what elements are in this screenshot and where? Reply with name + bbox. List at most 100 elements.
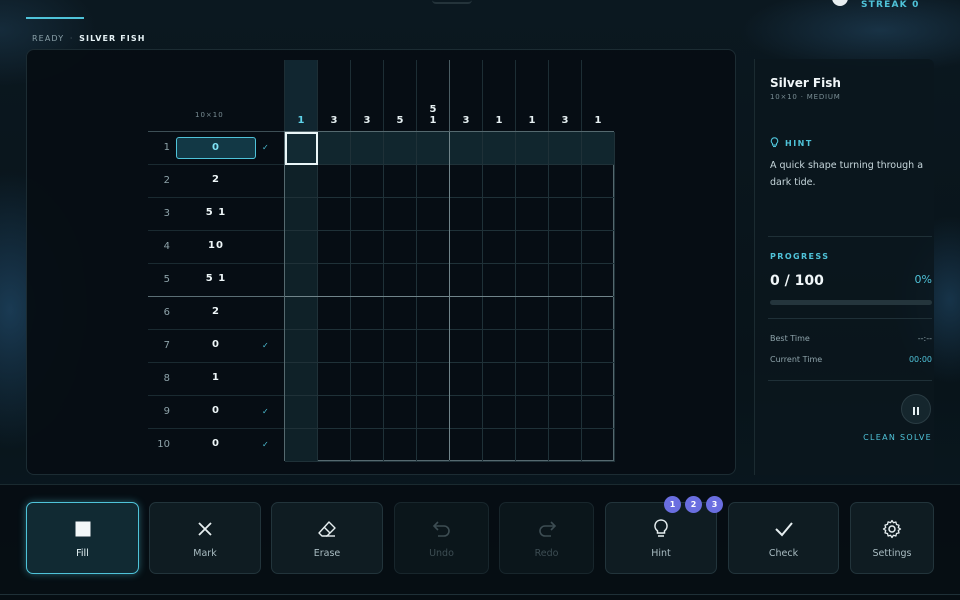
- grid-cell[interactable]: [285, 363, 318, 396]
- grid-cell[interactable]: [549, 132, 582, 165]
- grid-cell[interactable]: [450, 429, 483, 462]
- grid-cell[interactable]: [384, 330, 417, 363]
- grid-cell[interactable]: [516, 363, 549, 396]
- grid-cell[interactable]: [582, 396, 615, 429]
- grid-cell[interactable]: [351, 165, 384, 198]
- grid-cell[interactable]: [582, 198, 615, 231]
- puzzle-grid[interactable]: [284, 131, 615, 462]
- grid-cell[interactable]: [582, 165, 615, 198]
- grid-cell[interactable]: [483, 429, 516, 462]
- grid-cell[interactable]: [351, 429, 384, 462]
- grid-cell[interactable]: [483, 231, 516, 264]
- grid-cell[interactable]: [450, 297, 483, 330]
- grid-cell[interactable]: [318, 165, 351, 198]
- grid-cell[interactable]: [516, 429, 549, 462]
- grid-cell[interactable]: [549, 363, 582, 396]
- grid-cell[interactable]: [417, 363, 450, 396]
- grid-cell[interactable]: [318, 396, 351, 429]
- grid-cell[interactable]: [351, 297, 384, 330]
- grid-cell[interactable]: [384, 264, 417, 297]
- grid-cell[interactable]: [417, 231, 450, 264]
- grid-cell[interactable]: [318, 198, 351, 231]
- grid-cell[interactable]: [384, 198, 417, 231]
- avatar[interactable]: [832, 0, 848, 6]
- grid-cell[interactable]: [417, 396, 450, 429]
- grid-cell[interactable]: [549, 198, 582, 231]
- grid-cell[interactable]: [516, 396, 549, 429]
- grid-cell[interactable]: [450, 396, 483, 429]
- grid-cell[interactable]: [450, 132, 483, 165]
- grid-cell[interactable]: [384, 231, 417, 264]
- grid-cell[interactable]: [285, 264, 318, 297]
- grid-cell[interactable]: [516, 165, 549, 198]
- undo-button[interactable]: Undo: [394, 502, 489, 574]
- grid-cell[interactable]: [351, 330, 384, 363]
- grid-cell[interactable]: [450, 330, 483, 363]
- grid-cell[interactable]: [582, 330, 615, 363]
- grid-cell[interactable]: [582, 297, 615, 330]
- grid-cell[interactable]: [549, 264, 582, 297]
- grid-cell[interactable]: [318, 363, 351, 396]
- grid-cell[interactable]: [417, 132, 450, 165]
- grid-cell[interactable]: [417, 165, 450, 198]
- grid-cell[interactable]: [516, 297, 549, 330]
- grid-cell[interactable]: [549, 396, 582, 429]
- grid-cell[interactable]: [384, 165, 417, 198]
- grid-cell[interactable]: [450, 165, 483, 198]
- fill-button[interactable]: Fill: [26, 502, 139, 574]
- grid-cell[interactable]: [351, 396, 384, 429]
- grid-cell[interactable]: [351, 231, 384, 264]
- grid-cell[interactable]: [318, 330, 351, 363]
- grid-cell[interactable]: [318, 231, 351, 264]
- grid-cell[interactable]: [285, 429, 318, 462]
- grid-cell[interactable]: [516, 330, 549, 363]
- grid-cell[interactable]: [483, 330, 516, 363]
- grid-cell[interactable]: [483, 132, 516, 165]
- grid-cell[interactable]: [516, 198, 549, 231]
- grid-cell[interactable]: [582, 429, 615, 462]
- grid-cell[interactable]: [549, 330, 582, 363]
- grid-cell[interactable]: [318, 264, 351, 297]
- grid-cell[interactable]: [384, 132, 417, 165]
- grid-cell[interactable]: [582, 132, 615, 165]
- grid-cell[interactable]: [450, 198, 483, 231]
- grid-cell[interactable]: [351, 264, 384, 297]
- grid-cell[interactable]: [384, 297, 417, 330]
- grid-cell[interactable]: [351, 198, 384, 231]
- grid-cell[interactable]: [549, 429, 582, 462]
- grid-cell[interactable]: [549, 231, 582, 264]
- grid-cell[interactable]: [285, 396, 318, 429]
- grid-cell[interactable]: [318, 429, 351, 462]
- grid-cell[interactable]: [450, 264, 483, 297]
- erase-button[interactable]: Erase: [271, 502, 383, 574]
- grid-cell[interactable]: [483, 396, 516, 429]
- grid-cell[interactable]: [483, 363, 516, 396]
- grid-cell[interactable]: [417, 429, 450, 462]
- grid-cell[interactable]: [318, 132, 351, 165]
- grid-cell[interactable]: [516, 231, 549, 264]
- grid-cell[interactable]: [582, 264, 615, 297]
- grid-cell[interactable]: [351, 132, 384, 165]
- grid-cell[interactable]: [285, 132, 318, 165]
- grid-cell[interactable]: [285, 198, 318, 231]
- grid-cell[interactable]: [417, 297, 450, 330]
- grid-cell[interactable]: [450, 231, 483, 264]
- grid-cell[interactable]: [483, 198, 516, 231]
- grid-cell[interactable]: [549, 297, 582, 330]
- grid-cell[interactable]: [516, 132, 549, 165]
- grid-cell[interactable]: [483, 297, 516, 330]
- settings-button[interactable]: Settings: [850, 502, 934, 574]
- grid-cell[interactable]: [483, 264, 516, 297]
- grid-cell[interactable]: [285, 165, 318, 198]
- grid-cell[interactable]: [384, 363, 417, 396]
- grid-cell[interactable]: [417, 264, 450, 297]
- grid-cell[interactable]: [582, 231, 615, 264]
- mark-button[interactable]: Mark: [149, 502, 261, 574]
- check-button[interactable]: Check: [728, 502, 839, 574]
- grid-cell[interactable]: [285, 231, 318, 264]
- grid-cell[interactable]: [318, 297, 351, 330]
- redo-button[interactable]: Redo: [499, 502, 594, 574]
- grid-cell[interactable]: [384, 429, 417, 462]
- grid-cell[interactable]: [450, 363, 483, 396]
- pause-button[interactable]: [901, 394, 931, 424]
